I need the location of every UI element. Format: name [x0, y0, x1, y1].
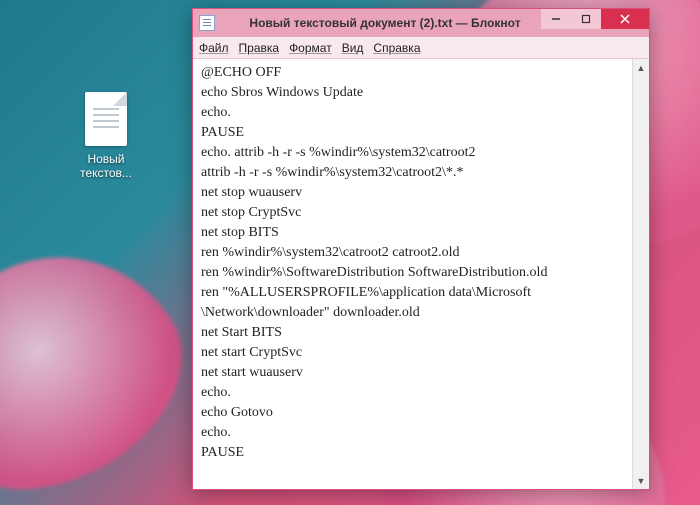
- text-document-icon: [85, 92, 127, 146]
- desktop-file-icon[interactable]: Новый текстов...: [68, 92, 144, 181]
- maximize-icon: [581, 14, 591, 24]
- minimize-icon: [551, 14, 561, 24]
- text-editor[interactable]: @ECHO OFF echo Sbros Windows Update echo…: [193, 59, 632, 489]
- notepad-window: Новый текстовый документ (2).txt — Блокн…: [192, 8, 650, 490]
- scroll-up-button[interactable]: ▲: [633, 59, 649, 76]
- desktop-file-label: Новый текстов...: [68, 152, 144, 181]
- menu-help[interactable]: Справка: [373, 41, 420, 55]
- menu-file[interactable]: Файл: [199, 41, 229, 55]
- menu-edit[interactable]: Правка: [239, 41, 280, 55]
- menu-format[interactable]: Формат: [289, 41, 332, 55]
- notepad-app-icon: [199, 15, 215, 31]
- scroll-down-button[interactable]: ▼: [633, 472, 649, 489]
- menubar: Файл Правка Формат Вид Справка: [193, 37, 649, 59]
- chevron-up-icon: ▲: [637, 63, 646, 73]
- maximize-button[interactable]: [571, 9, 601, 29]
- close-icon: [620, 14, 630, 24]
- menu-view[interactable]: Вид: [342, 41, 364, 55]
- titlebar[interactable]: Новый текстовый документ (2).txt — Блокн…: [193, 9, 649, 37]
- vertical-scrollbar[interactable]: ▲ ▼: [632, 59, 649, 489]
- close-button[interactable]: [601, 9, 649, 29]
- chevron-down-icon: ▼: [637, 476, 646, 486]
- minimize-button[interactable]: [541, 9, 571, 29]
